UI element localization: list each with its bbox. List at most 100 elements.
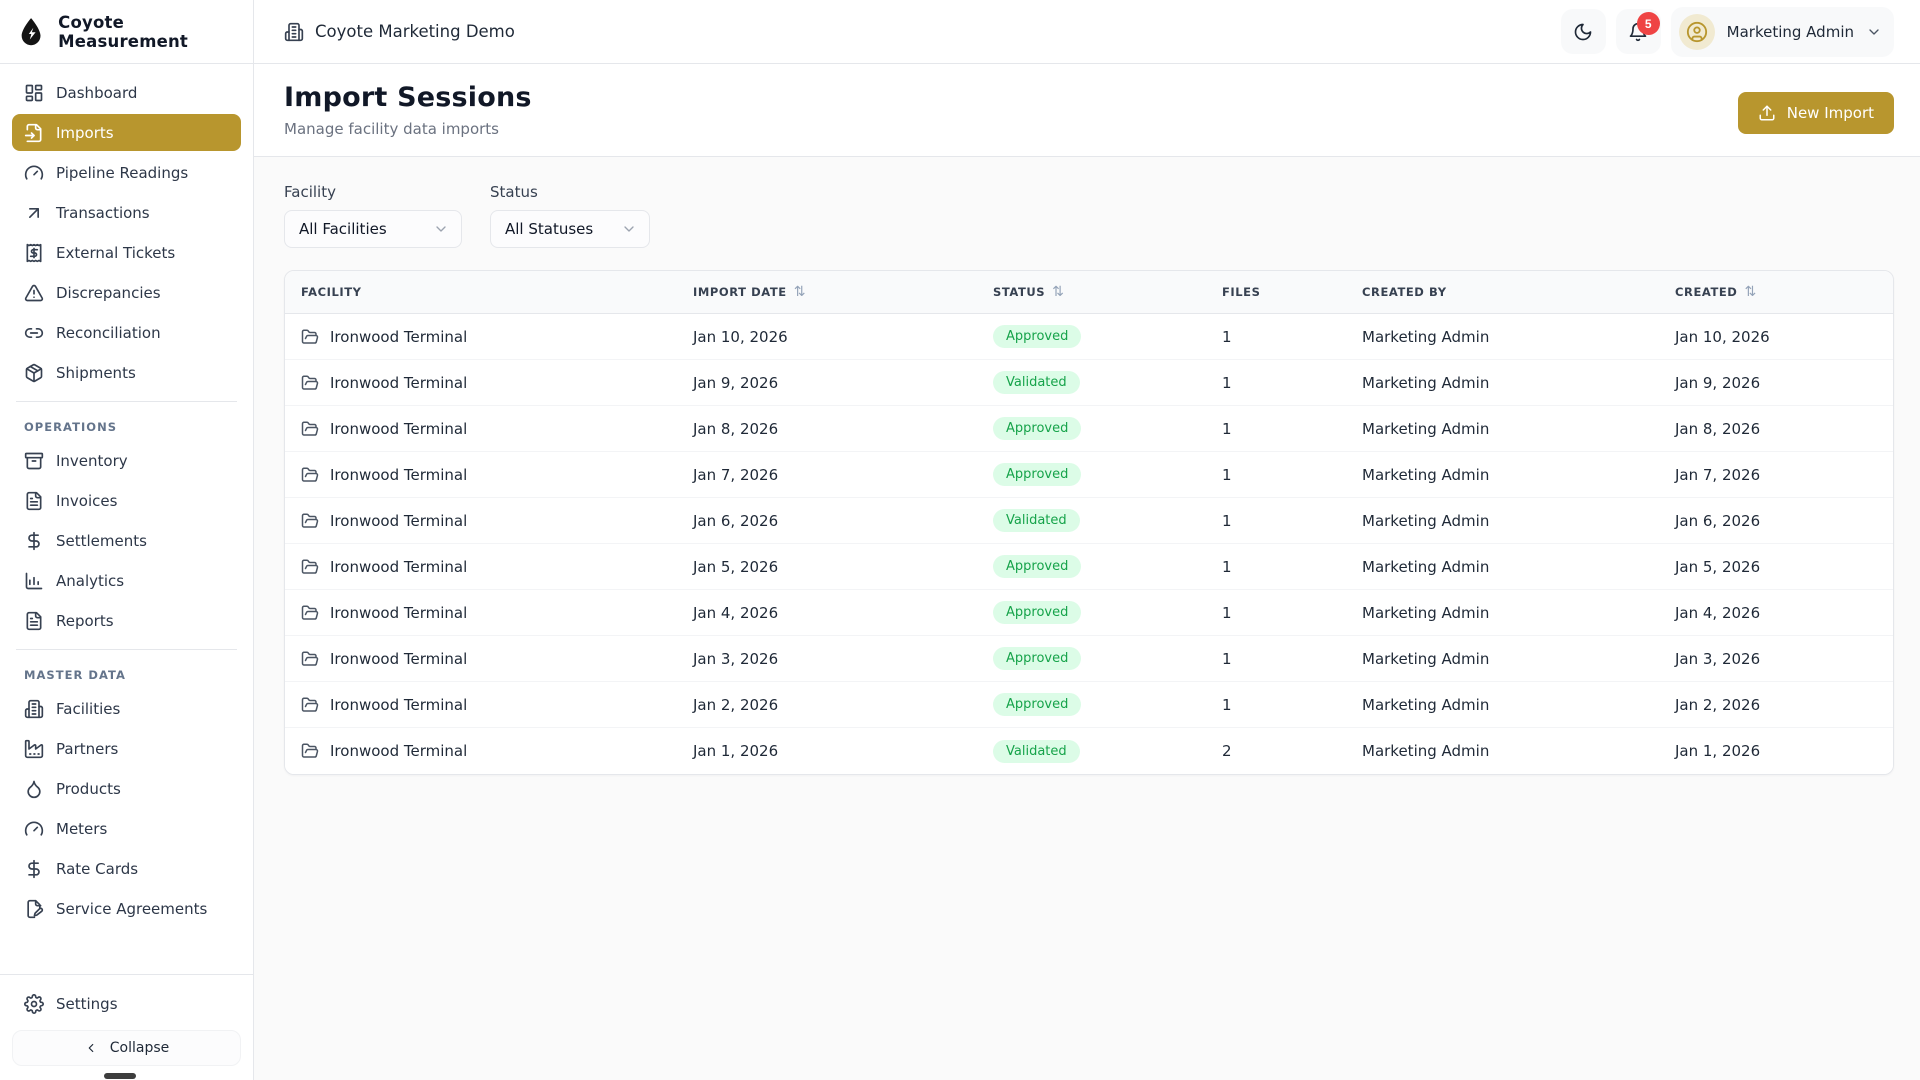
column-label: CREATED [1675, 285, 1737, 299]
created-cell: Jan 4, 2026 [1659, 604, 1893, 622]
files-cell: 1 [1206, 604, 1346, 622]
column-label: CREATED BY [1362, 285, 1447, 299]
sidebar-item-label: External Tickets [56, 244, 175, 262]
table-row[interactable]: Ironwood TerminalJan 7, 2026Approved1Mar… [285, 452, 1893, 498]
table-row[interactable]: Ironwood TerminalJan 6, 2026Validated1Ma… [285, 498, 1893, 544]
facility-select[interactable]: All Facilities [284, 210, 462, 248]
sidebar-item-label: Imports [56, 124, 114, 142]
sidebar-item-products[interactable]: Products [12, 770, 241, 807]
column-header-import_date[interactable]: IMPORT DATE⇅ [677, 284, 977, 300]
sidebar-item-label: Reports [56, 612, 114, 630]
sidebar-item-external-tickets[interactable]: External Tickets [12, 234, 241, 271]
moon-icon [1573, 22, 1593, 42]
app-root: Coyote Measurement Dashboard Imports Pipel… [0, 0, 1920, 1080]
table-row[interactable]: Ironwood TerminalJan 5, 2026Approved1Mar… [285, 544, 1893, 590]
topbar: Coyote Marketing Demo 5 Marketing Admin [254, 0, 1920, 64]
status-cell: Approved [977, 647, 1206, 670]
table-row[interactable]: Ironwood TerminalJan 2, 2026Approved1Mar… [285, 682, 1893, 728]
sidebar-item-invoices[interactable]: Invoices [12, 482, 241, 519]
user-name: Marketing Admin [1727, 23, 1854, 41]
brand-logo-icon [16, 15, 46, 49]
facility-name: Ironwood Terminal [330, 604, 467, 622]
column-header-created[interactable]: CREATED ⇅ [1659, 284, 1893, 300]
chevron-down-icon [621, 221, 637, 237]
chevron-left-icon [84, 1041, 98, 1055]
sidebar-item-reconciliation[interactable]: Reconciliation [12, 314, 241, 351]
status-select[interactable]: All Statuses [490, 210, 650, 248]
table-row[interactable]: Ironwood TerminalJan 4, 2026Approved1Mar… [285, 590, 1893, 636]
sidebar-item-inventory[interactable]: Inventory [12, 442, 241, 479]
sidebar-item-service-agreements[interactable]: Service Agreements [12, 890, 241, 927]
sidebar-item-settings[interactable]: Settings [12, 985, 241, 1022]
droplet-icon [24, 779, 44, 799]
file-pen-icon [24, 899, 44, 919]
table-row[interactable]: Ironwood TerminalJan 10, 2026Approved1Ma… [285, 314, 1893, 360]
column-header-status[interactable]: STATUS⇅ [977, 284, 1206, 300]
created-by-cell: Marketing Admin [1346, 374, 1659, 392]
table-body: Ironwood Terminal Jan 10, 2026 Approved 1 Ma… [285, 314, 1893, 774]
created-cell: Jan 2, 2026 [1659, 696, 1893, 714]
sidebar-item-analytics[interactable]: Analytics [12, 562, 241, 599]
facility-name: Ironwood Terminal [330, 696, 467, 714]
folder-open-icon [301, 604, 319, 622]
table-row[interactable]: Ironwood TerminalJan 8, 2026Approved1Mar… [285, 406, 1893, 452]
sidebar-item-reports[interactable]: Reports [12, 602, 241, 639]
sidebar-item-shipments[interactable]: Shipments [12, 354, 241, 391]
user-menu-button[interactable]: Marketing Admin [1671, 7, 1894, 57]
folder-open-icon [301, 420, 319, 438]
sidebar-section-label: OPERATIONS [12, 412, 241, 442]
sidebar-item-pipeline-readings[interactable]: Pipeline Readings [12, 154, 241, 191]
import-date-cell: Jan 10, 2026 [677, 328, 977, 346]
sidebar-item-partners[interactable]: Partners [12, 730, 241, 767]
factory-icon [24, 739, 44, 759]
new-import-button[interactable]: New Import [1738, 92, 1894, 134]
sidebar-item-rate-cards[interactable]: Rate Cards [12, 850, 241, 887]
facility-name: Ironwood Terminal [330, 374, 467, 392]
sidebar-item-transactions[interactable]: Transactions [12, 194, 241, 231]
files-cell: 1 [1206, 466, 1346, 484]
brand-name: Coyote Measurement [58, 13, 237, 51]
import-date-cell: Jan 2, 2026 [677, 696, 977, 714]
table-header-row: FACILITYIMPORT DATE⇅STATUS⇅FILESCREATED … [285, 271, 1893, 314]
column-label: FACILITY [301, 285, 362, 299]
archive-icon [24, 451, 44, 471]
table-row[interactable]: Ironwood TerminalJan 3, 2026Approved1Mar… [285, 636, 1893, 682]
notifications-button[interactable]: 5 [1616, 9, 1661, 54]
status-badge: Approved [993, 463, 1081, 486]
sidebar-item-label: Pipeline Readings [56, 164, 188, 182]
created-by-cell: Marketing Admin [1346, 742, 1659, 760]
collapse-button[interactable]: Collapse [12, 1030, 241, 1066]
status-badge: Validated [993, 740, 1080, 763]
import-date-cell: Jan 8, 2026 [677, 420, 977, 438]
sort-icon[interactable]: ⇅ [1744, 284, 1756, 300]
sidebar-item-dashboard[interactable]: Dashboard [12, 74, 241, 111]
building-icon [284, 22, 304, 42]
sidebar-item-settlements[interactable]: Settlements [12, 522, 241, 559]
gauge-icon [24, 163, 44, 183]
sidebar-section-label: MASTER DATA [12, 660, 241, 690]
horizontal-scrollbar-thumb[interactable] [104, 1073, 136, 1079]
sidebar-item-facilities[interactable]: Facilities [12, 690, 241, 727]
import-date-cell: Jan 9, 2026 [677, 374, 977, 392]
sidebar-header: Coyote Measurement [0, 0, 253, 64]
table-row[interactable]: Ironwood TerminalJan 1, 2026Validated2Ma… [285, 728, 1893, 774]
sidebar-item-imports[interactable]: Imports [12, 114, 241, 151]
content: Facility All Facilities Status All Statu… [254, 157, 1920, 1080]
facility-name: Ironwood Terminal [330, 420, 467, 438]
sidebar-item-meters[interactable]: Meters [12, 810, 241, 847]
created-cell: Jan 3, 2026 [1659, 650, 1893, 668]
created-cell: Jan 9, 2026 [1659, 374, 1893, 392]
layout-dashboard-icon [24, 83, 44, 103]
avatar [1679, 14, 1715, 50]
theme-toggle-button[interactable] [1561, 9, 1606, 54]
sort-icon[interactable]: ⇅ [1052, 284, 1064, 300]
status-filter-label: Status [490, 183, 650, 201]
status-cell: Validated [977, 509, 1206, 532]
sort-icon[interactable]: ⇅ [794, 284, 806, 300]
facility-name: Ironwood Terminal [330, 742, 467, 760]
sidebar-item-discrepancies[interactable]: Discrepancies [12, 274, 241, 311]
table-row[interactable]: Ironwood TerminalJan 9, 2026Validated1Ma… [285, 360, 1893, 406]
folder-open-icon [301, 696, 319, 714]
created-cell: Jan 10, 2026 [1659, 328, 1893, 346]
notification-badge: 5 [1637, 12, 1660, 35]
